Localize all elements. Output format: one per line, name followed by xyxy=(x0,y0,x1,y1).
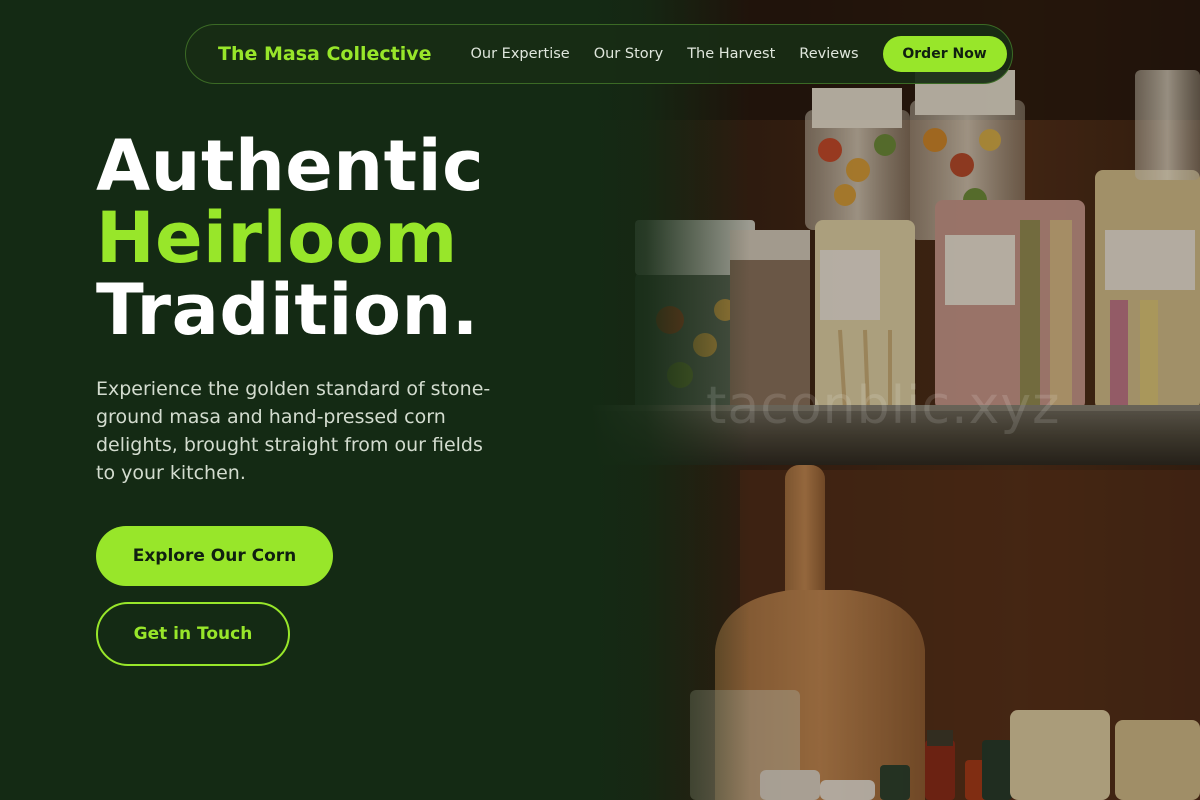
hero-headline: Authentic Heirloom Tradition. xyxy=(96,130,576,346)
brand-logo[interactable]: The Masa Collective xyxy=(218,43,432,65)
headline-line-1: Authentic xyxy=(96,125,485,207)
get-in-touch-button[interactable]: Get in Touch xyxy=(96,602,290,666)
headline-line-3: Tradition. xyxy=(96,269,479,351)
headline-line-2: Heirloom xyxy=(96,197,458,279)
hero-description: Experience the golden standard of stone-… xyxy=(96,378,491,484)
hero-section: Authentic Heirloom Tradition. Experience… xyxy=(96,130,576,666)
nav-link-our-expertise[interactable]: Our Expertise xyxy=(471,46,570,62)
explore-our-corn-button[interactable]: Explore Our Corn xyxy=(96,526,333,586)
top-nav: The Masa Collective Our Expertise Our St… xyxy=(185,24,1013,84)
order-now-button[interactable]: Order Now xyxy=(882,36,1007,72)
nav-link-our-story[interactable]: Our Story xyxy=(594,46,663,62)
image-watermark: taconblic.xyz xyxy=(706,376,1061,436)
landing-page: taconblic.xyz The Masa Collective Our Ex… xyxy=(0,0,1200,800)
nav-link-the-harvest[interactable]: The Harvest xyxy=(687,46,775,62)
nav-link-reviews[interactable]: Reviews xyxy=(799,46,858,62)
nav-links: Our Expertise Our Story The Harvest Revi… xyxy=(471,46,883,62)
